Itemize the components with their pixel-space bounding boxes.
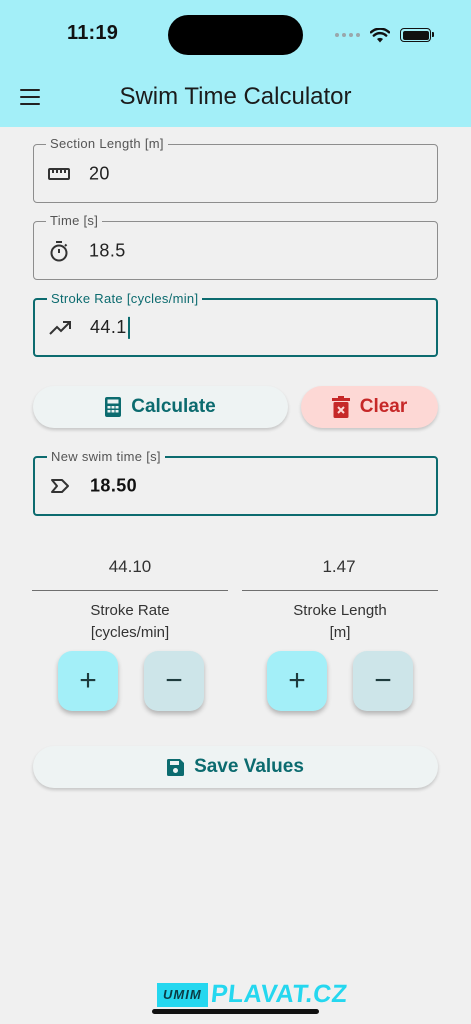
timer-icon [50,240,68,261]
new-swim-time-field: New swim time [s] 18.50 [33,449,438,516]
page-title: Swim Time Calculator [119,83,352,110]
clear-button[interactable]: Clear [301,386,438,428]
trending-up-icon [49,320,71,335]
calculate-label: Calculate [131,396,216,417]
section-length-label: Section Length [m] [46,136,168,151]
status-time: 11:19 [67,22,119,44]
stroke-rate-value: 44.1 [90,316,127,337]
trash-icon [331,396,350,418]
signal-icon [335,33,360,37]
stroke-length-decrement-button[interactable]: − [353,651,413,711]
time-label: Time [s] [46,213,103,228]
new-swim-time-value: 18.50 [90,475,138,496]
stroke-length-divider [242,590,438,591]
dynamic-island [168,15,303,55]
home-indicator [152,1009,319,1014]
stroke-rate-decrement-button[interactable]: − [144,651,204,711]
stroke-rate-input[interactable]: 44.1 [90,316,130,339]
section-length-field[interactable]: Section Length [m] 20 [33,136,438,203]
calculator-icon [105,397,122,417]
text-cursor [127,316,130,339]
stroke-rate-stat-label-line1: Stroke Rate [90,602,170,619]
umim-plavat-logo: UMIM PLAVAT.CZ [157,980,349,1009]
stroke-rate-label: Stroke Rate [cycles/min] [47,291,203,306]
ruler-icon [48,167,70,180]
section-length-input[interactable]: 20 [89,163,110,184]
new-swim-time-label: New swim time [s] [47,449,165,464]
clear-label: Clear [359,396,408,417]
logo-umim-text: UMIM [157,982,208,1007]
time-input[interactable]: 18.5 [89,240,126,261]
stroke-length-increment-button[interactable]: + [267,651,327,711]
app-bar: 11:19 Swim Time Calculator [0,0,471,127]
label-arrow-icon [51,479,69,493]
stroke-length-stat-label-line2: [m] [329,624,351,641]
stroke-rate-field[interactable]: Stroke Rate [cycles/min] 44.1 [33,291,438,357]
stroke-rate-stat-label: Stroke Rate [cycles/min] [32,600,228,644]
logo-plavat-text: PLAVAT.CZ [209,980,349,1008]
stroke-rate-increment-button[interactable]: + [58,651,118,711]
stroke-rate-stat-value: 44.10 [108,557,152,576]
time-field[interactable]: Time [s] 18.5 [33,213,438,280]
save-values-label: Save Values [194,756,304,777]
wifi-icon [370,27,390,42]
floppy-disk-icon [167,758,185,776]
stroke-length-stat-label: Stroke Length [m] [242,600,438,644]
stroke-rate-stat-label-line2: [cycles/min] [90,624,170,641]
calculate-button[interactable]: Calculate [33,386,288,428]
stroke-rate-divider [32,590,228,591]
save-values-button[interactable]: Save Values [33,746,438,788]
battery-icon [400,28,434,42]
stroke-length-stat-value: 1.47 [322,557,356,576]
status-icons [335,22,434,48]
stroke-length-stat-label-line1: Stroke Length [293,602,387,619]
